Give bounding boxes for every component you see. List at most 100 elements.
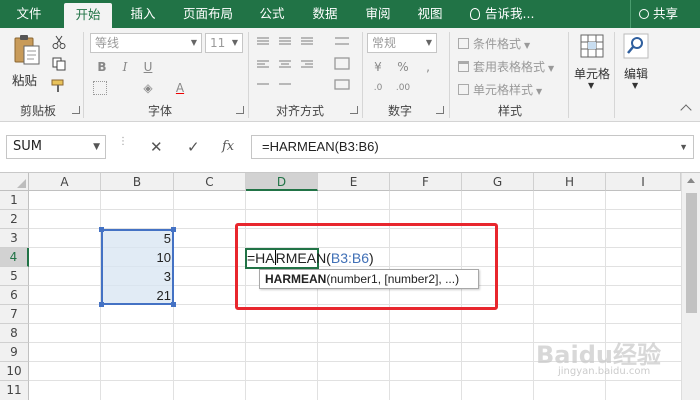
clipboard-icon xyxy=(14,35,40,65)
cell-b6[interactable]: 21 xyxy=(101,286,174,305)
row-header-1[interactable]: 1 xyxy=(0,191,29,210)
paste-button[interactable]: 粘贴 xyxy=(10,34,44,90)
column-header-e[interactable]: E xyxy=(318,173,390,191)
column-header-c[interactable]: C xyxy=(174,173,246,191)
tell-me-text: 告诉我... xyxy=(485,6,535,21)
tab-insert[interactable]: 插入 xyxy=(120,0,166,28)
column-header-g[interactable]: G xyxy=(462,173,534,191)
increase-decimal-icon[interactable]: .0 xyxy=(369,79,387,97)
font-size-combo[interactable]: 11 ▼ xyxy=(205,33,243,53)
comma-icon[interactable]: , xyxy=(419,58,437,76)
tab-formulas[interactable]: 公式 xyxy=(250,0,294,28)
row-header-5[interactable]: 5 xyxy=(0,267,29,286)
copy-icon[interactable] xyxy=(52,57,66,71)
row-header-8[interactable]: 8 xyxy=(0,324,29,343)
row-header-7[interactable]: 7 xyxy=(0,305,29,324)
table-format-label: 套用表格格式 xyxy=(473,60,546,74)
tab-review[interactable]: 审阅 xyxy=(356,0,400,28)
group-label-clipboard: 剪贴板 xyxy=(19,104,56,118)
fill-color-icon[interactable]: ◈ xyxy=(139,79,157,97)
conditional-format-label: 条件格式 xyxy=(473,37,522,51)
person-icon xyxy=(639,9,649,19)
scroll-thumb[interactable] xyxy=(686,193,697,313)
alignment-icons[interactable] xyxy=(255,34,355,92)
cell-b4[interactable]: 10 xyxy=(101,248,174,267)
enter-check-icon[interactable]: ✓ xyxy=(187,135,200,159)
conditional-format-icon xyxy=(458,38,469,49)
formula-input[interactable]: =HARMEAN(B3:B6) ▼ xyxy=(251,135,694,159)
tab-home[interactable]: 开始 xyxy=(64,3,112,28)
column-header-a[interactable]: A xyxy=(29,173,101,191)
row-header-2[interactable]: 2 xyxy=(0,210,29,229)
select-all-corner[interactable] xyxy=(0,173,29,191)
row-header-6[interactable]: 6 xyxy=(0,286,29,305)
decrease-decimal-icon[interactable]: .00 xyxy=(394,79,412,97)
group-label-styles: 样式 xyxy=(497,104,522,118)
alignment-launcher-icon[interactable] xyxy=(350,106,358,114)
conditional-format-button[interactable]: 条件格式 ▼ xyxy=(458,35,530,52)
formula-bar: SUM ▼ ⋮ ✕ ✓ fx =HARMEAN(B3:B6) ▼ xyxy=(0,122,700,172)
column-header-b[interactable]: B xyxy=(101,173,174,191)
cells-label: 单元格 xyxy=(573,67,610,81)
font-name-combo[interactable]: 等线 ▼ xyxy=(90,33,202,53)
font-color-icon[interactable]: A xyxy=(171,79,189,97)
font-launcher-icon[interactable] xyxy=(236,106,244,114)
bold-button[interactable]: B xyxy=(93,58,111,76)
lightbulb-icon xyxy=(470,8,480,20)
watermark-url: jingyan.baidu.com xyxy=(558,366,651,377)
italic-button[interactable]: I xyxy=(116,58,134,76)
splitter-handle[interactable]: ⋮ xyxy=(118,137,128,155)
percent-icon[interactable]: % xyxy=(394,58,412,76)
name-box[interactable]: SUM ▼ xyxy=(6,135,106,159)
tab-page-layout[interactable]: 页面布局 xyxy=(176,0,240,28)
insert-function-icon[interactable]: fx xyxy=(222,135,234,159)
annotation-highlight-box xyxy=(235,223,498,310)
editing-label: 编辑 xyxy=(623,67,648,81)
collapse-ribbon-icon[interactable] xyxy=(680,104,692,116)
magnifier-icon xyxy=(623,33,649,59)
vertical-scrollbar[interactable] xyxy=(681,173,700,400)
underline-button[interactable]: U xyxy=(139,58,157,76)
tab-view[interactable]: 视图 xyxy=(408,0,452,28)
cell-b3[interactable]: 5 xyxy=(101,229,174,248)
scroll-up-icon[interactable] xyxy=(687,178,695,183)
font-size-value: 11 xyxy=(210,36,226,50)
watermark-logo: Baidu经验 xyxy=(536,341,661,369)
share-label: 共享 xyxy=(653,6,679,21)
cut-icon[interactable] xyxy=(52,35,66,49)
cells-icon xyxy=(580,34,604,58)
format-painter-icon[interactable] xyxy=(51,79,67,93)
currency-icon[interactable]: ¥ xyxy=(369,58,387,76)
font-name-value: 等线 xyxy=(95,36,120,50)
cell-style-icon xyxy=(458,84,469,95)
column-header-d[interactable]: D xyxy=(246,173,318,191)
tab-data[interactable]: 数据 xyxy=(303,0,347,28)
share-button[interactable]: 共享 xyxy=(630,0,700,28)
ribbon: 粘贴 剪贴板 等线 ▼ 11 ▼ B I U ◈ A 字体 对齐方式 常规 ▼ … xyxy=(0,28,700,122)
tab-file[interactable]: 文件 xyxy=(6,0,52,28)
clipboard-launcher-icon[interactable] xyxy=(72,106,80,114)
row-header-10[interactable]: 10 xyxy=(0,362,29,381)
cell-style-button[interactable]: 单元格样式 ▼ xyxy=(458,81,542,98)
column-header-h[interactable]: H xyxy=(534,173,606,191)
border-icon[interactable] xyxy=(93,81,107,95)
tell-me-search[interactable]: 告诉我... xyxy=(470,0,534,28)
formula-text: =HARMEAN(B3:B6) xyxy=(262,139,379,154)
cancel-icon[interactable]: ✕ xyxy=(150,135,163,159)
editing-button[interactable]: 编辑 ▼ xyxy=(618,33,654,97)
column-header-f[interactable]: F xyxy=(390,173,462,191)
cell-style-label: 单元格样式 xyxy=(473,83,534,97)
column-header-i[interactable]: I xyxy=(606,173,681,191)
row-header-11[interactable]: 11 xyxy=(0,381,29,400)
table-format-button[interactable]: 套用表格格式 ▼ xyxy=(458,58,554,75)
row-header-9[interactable]: 9 xyxy=(0,343,29,362)
row-header-3[interactable]: 3 xyxy=(0,229,29,248)
group-label-alignment: 对齐方式 xyxy=(275,104,324,118)
number-launcher-icon[interactable] xyxy=(436,106,444,114)
number-format-combo[interactable]: 常规 ▼ xyxy=(367,33,437,53)
cell-b5[interactable]: 3 xyxy=(101,267,174,286)
ribbon-tab-bar: 文件 开始 插入 页面布局 公式 数据 审阅 视图 告诉我... 共享 xyxy=(0,0,700,28)
row-header-4[interactable]: 4 xyxy=(0,248,29,267)
paste-label: 粘贴 xyxy=(12,73,38,88)
cells-button[interactable]: 单元格 ▼ xyxy=(572,33,612,97)
